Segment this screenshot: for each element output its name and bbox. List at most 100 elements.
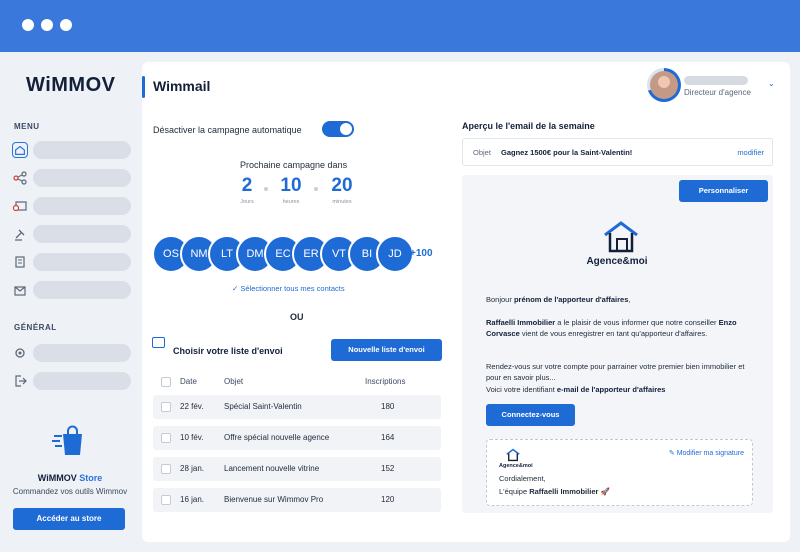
title-accent	[142, 76, 145, 98]
email-preview: Personnaliser Agence&moi Bonjour prénom …	[462, 175, 773, 513]
signature-agency: Raffaelli Immobilier	[529, 487, 599, 496]
column-header-object: Objet	[224, 377, 244, 386]
p1-text: a le plaisir de vous informer que notre …	[555, 318, 719, 327]
row-subscriptions: 180	[381, 402, 395, 411]
sidebar-item-mail-share[interactable]	[10, 197, 132, 215]
signature-box: Agence&moi ✎ Modifier ma signature Cordi…	[486, 439, 753, 506]
row-date: 10 fév.	[180, 433, 204, 442]
store-button[interactable]: Accéder au store	[13, 508, 125, 530]
row-checkbox[interactable]	[161, 402, 171, 412]
store-brand: WiMMOV	[37, 473, 77, 483]
greeting-punct: ,	[628, 295, 631, 304]
inbox-icon	[14, 286, 26, 296]
select-all-checkbox[interactable]	[161, 377, 171, 387]
sidebar-item-placeholder	[33, 169, 131, 187]
row-checkbox[interactable]	[161, 495, 171, 505]
countdown-minutes: 20	[331, 175, 353, 196]
auto-campaign-label: Désactiver la campagne automatique	[153, 125, 302, 135]
gavel-icon	[15, 229, 25, 241]
countdown-hours-unit: heures	[282, 199, 300, 205]
logo[interactable]: WiMMOV	[26, 74, 115, 97]
modify-signature-label: Modifier ma signature	[676, 450, 744, 457]
column-header-subscriptions: Inscriptions	[365, 377, 406, 386]
connect-button[interactable]: Connectez-vous	[486, 404, 575, 426]
sidebar-item-home[interactable]	[10, 141, 132, 159]
logout-icon	[15, 375, 27, 387]
row-date: 22 fév.	[180, 402, 204, 411]
sidebar-item-share[interactable]	[10, 169, 132, 187]
agency-name: Raffaelli Immobilier	[486, 318, 556, 327]
row-object: Offre spécial nouvelle agence	[224, 433, 330, 442]
countdown-minutes-unit: minutes	[332, 199, 352, 205]
sidebar-item-inbox[interactable]	[10, 281, 132, 299]
sidebar-item-placeholder	[33, 225, 131, 243]
house-logo-icon	[604, 221, 638, 253]
row-checkbox[interactable]	[161, 433, 171, 443]
mail-share-icon	[12, 201, 27, 212]
window-titlebar	[0, 0, 800, 52]
table-row[interactable]: 16 jan. Bienvenue sur Wimmov Pro 120	[153, 488, 441, 512]
menu-section-label: MENU	[14, 122, 40, 131]
preview-title: Aperçu le l'email de la semaine	[462, 121, 595, 131]
sidebar-item-placeholder	[33, 197, 131, 215]
row-subscriptions: 152	[381, 464, 395, 473]
logo-text: WiMMOV	[26, 74, 116, 96]
greeting-text: Bonjour	[486, 295, 514, 304]
email-placeholder: e-mail de l'apporteur d'affaires	[556, 385, 666, 394]
table-row[interactable]: 22 fév. Spécial Saint-Valentin 180	[153, 395, 441, 419]
row-subscriptions: 164	[381, 433, 395, 442]
select-all-contacts-link[interactable]: ✓ Sélectionner tous mes contacts	[232, 284, 345, 293]
gear-icon	[15, 348, 25, 358]
store-title: WiMMOV Store	[0, 473, 140, 483]
next-campaign-label: Prochaine campagne dans	[240, 160, 348, 170]
subject-label: Objet	[473, 148, 491, 157]
row-date: 28 jan.	[180, 464, 205, 473]
countdown-hours: 10	[280, 175, 302, 196]
sidebar-item-placeholder	[33, 253, 131, 271]
row-checkbox[interactable]	[161, 464, 171, 474]
email-paragraph-2: Rendez-vous sur votre compte pour parrai…	[486, 362, 745, 382]
auto-campaign-toggle[interactable]	[322, 121, 354, 137]
table-row[interactable]: 28 jan. Lancement nouvelle vitrine 152	[153, 457, 441, 481]
greeting-placeholder: prénom de l'apporteur d'affaires	[513, 295, 629, 304]
sidebar-item-placeholder	[33, 141, 131, 159]
sidebar-item-logout[interactable]	[10, 372, 132, 390]
chevron-down-icon[interactable]: ⌄	[768, 79, 775, 88]
new-list-button[interactable]: Nouvelle liste d'envoi	[331, 339, 442, 361]
house-logo-icon	[506, 448, 520, 462]
or-separator: OU	[290, 312, 304, 322]
email-paragraph-3: Voici votre identifiant e-mail de l'appo…	[486, 384, 756, 395]
sidebar-item-gavel[interactable]	[10, 225, 132, 243]
more-contacts-count[interactable]: +100	[410, 248, 433, 259]
sidebar-item-settings[interactable]	[10, 344, 132, 362]
avatar[interactable]	[647, 68, 681, 102]
sidebar-item-document[interactable]	[10, 253, 132, 271]
home-icon	[12, 142, 28, 158]
row-object: Bienvenue sur Wimmov Pro	[224, 495, 324, 504]
rocket-icon: 🚀	[598, 487, 610, 496]
main-card: Wimmail Directeur d'agence ⌄ Désactiver …	[142, 62, 790, 542]
table-row[interactable]: 10 fév. Offre spécial nouvelle agence 16…	[153, 426, 441, 450]
avatar-photo	[650, 71, 678, 99]
p1-text-end: vient de vous enregistrer en tant qu'app…	[519, 329, 708, 338]
email-paragraph-1: Raffaelli Immobilier a le plaisir de vou…	[486, 317, 756, 339]
p3-text: Voici votre identifiant	[486, 385, 557, 394]
modify-subject-link[interactable]: modifier	[737, 148, 764, 157]
document-icon	[15, 256, 25, 268]
sidebar-item-placeholder	[33, 372, 131, 390]
signature-line-2: L'équipe Raffaelli Immobilier 🚀	[499, 487, 610, 496]
subject-box: Objet Gagnez 1500€ pour la Saint-Valenti…	[462, 138, 773, 166]
modify-signature-link[interactable]: ✎ Modifier ma signature	[669, 449, 744, 457]
window-dot	[41, 19, 53, 31]
row-object: Spécial Saint-Valentin	[224, 402, 302, 411]
send-list-title: Choisir votre liste d'envoi	[173, 346, 283, 356]
list-icon	[152, 337, 165, 348]
contact-avatar[interactable]: JD	[376, 235, 414, 273]
user-role: Directeur d'agence	[684, 88, 751, 97]
window-dot	[60, 19, 72, 31]
personalize-button[interactable]: Personnaliser	[679, 180, 768, 202]
user-name-placeholder	[684, 76, 748, 85]
signature-brand: Agence&moi	[499, 463, 533, 469]
column-header-date: Date	[180, 377, 197, 386]
store-word: Store	[76, 473, 103, 483]
